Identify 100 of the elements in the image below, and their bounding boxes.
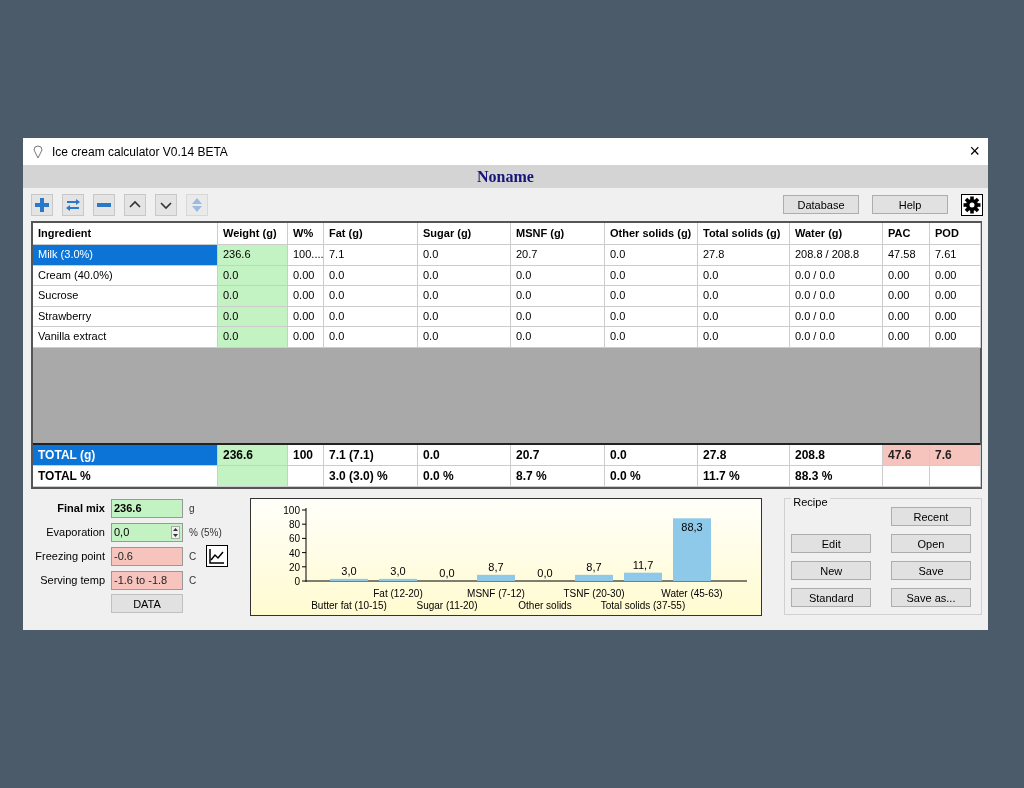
value-label: 0,0 [439,567,455,579]
column-header: POD [930,223,981,245]
y-tick-label: 80 [289,519,301,531]
bar [477,574,516,581]
field-label: Evaporation [45,526,105,538]
column-header: Other solids (g) [605,223,698,245]
field-label: Serving temp [39,574,105,586]
recipe-name: Noname [477,167,534,186]
database-button[interactable]: Database [783,195,859,214]
column-header: W% [288,223,324,245]
column-header: Weight (g) [218,223,288,245]
plus-icon [34,196,50,213]
table-cell: 7.1 [324,245,418,266]
field-label: Final mix [56,502,105,514]
total-cell: 7.6 [930,445,981,466]
recipe-button[interactable]: Standard [791,588,872,607]
close-button[interactable]: × [969,141,980,162]
window-title: Ice cream calculator V0.14 BETA [52,144,229,159]
value-label: 8,7 [488,560,504,573]
table-cell: 0.0 [698,327,790,348]
total-label: TOTAL (g) [33,445,218,466]
table-cell: 0.0 [605,327,698,348]
category-label: Other solids [518,600,572,611]
minus-tool-button[interactable] [93,193,115,216]
line-chart-icon[interactable] [206,545,229,567]
up-tool-button[interactable] [124,193,146,216]
table-cell: 0.00 [930,327,981,348]
field-label: Freezing point [34,550,105,562]
table-cell: 7.61 [930,245,981,266]
total-cell: 3.0 (3.0) % [324,466,418,487]
table-cell: 100.... [288,245,324,266]
total-cell: 236.6 [218,445,288,466]
swap-tool-button[interactable] [62,193,84,216]
table-cell: 0.0 [218,327,288,348]
recipe-button[interactable]: Save as... [891,588,971,607]
table-cell: 0.0 [605,286,698,307]
value-field[interactable]: -1.6 to -1.8 [111,570,183,590]
table-cell: 0.0 [218,286,288,307]
category-label: TSNF (20-30) [563,588,625,599]
ingredient-cell[interactable]: Vanilla extract [33,327,218,348]
y-tick-label: 0 [294,576,301,587]
category-label: MSNF (7-12) [467,588,526,599]
spinner-icon[interactable] [171,525,180,539]
up-down-arrows-icon [189,196,205,213]
down-tool-button[interactable] [155,193,177,216]
column-header: Total solids (g) [698,223,790,245]
ice-cream-cone-icon [33,144,43,159]
column-header: Water (g) [790,223,883,245]
table-cell: 0.00 [288,327,324,348]
table-cell: 0.0 [218,306,288,327]
value-field[interactable]: 236.6 [111,498,183,518]
table-cell: 0.0 [418,327,511,348]
category-label: Water (45-63) [661,588,723,599]
category-label: Butter fat (10-15) [311,600,388,611]
y-tick-label: 40 [289,547,301,559]
column-header: MSNF (g) [511,223,605,245]
table-cell: 0.0 [605,245,698,266]
total-cell: 8.7 % [511,466,605,487]
table-cell: 0.00 [930,286,981,307]
value-label: 0,0 [537,567,553,579]
bar [330,578,369,581]
value-field[interactable]: 0,0 [111,522,183,542]
recipe-button[interactable]: Save [891,561,971,580]
table-cell: 208.8 / 208.8 [790,245,883,266]
table-cell: 0.0 [511,327,605,348]
category-label: Total solids (37-55) [601,600,686,611]
recipe-button[interactable]: Open [891,534,971,553]
column-header: Fat (g) [324,223,418,245]
table-cell: 0.0 [324,286,418,307]
category-label: Sugar (11-20) [416,600,478,611]
value-field[interactable]: -0.6 [111,546,183,566]
ingredient-cell[interactable]: Sucrose [33,286,218,307]
column-header: PAC [883,223,930,245]
plus-tool-button[interactable] [31,193,53,216]
total-cell [288,466,324,487]
help-button[interactable]: Help [872,195,948,214]
bar [624,572,663,581]
settings-icon[interactable] [961,193,983,216]
recipe-button[interactable]: New [791,561,872,580]
minus-icon [97,202,111,207]
y-tick-label: 100 [283,505,301,516]
swap-arrows-icon [65,196,81,213]
value-label: 11,7 [632,558,654,571]
table-cell: 0.00 [288,286,324,307]
total-cell: 47.6 [883,445,930,466]
table-cell: 0.00 [883,327,930,348]
table-cell: 0.00 [883,286,930,307]
bar [379,578,418,581]
category-label: Fat (12-20) [373,588,423,599]
ingredient-cell[interactable]: Milk (3.0%) [33,245,218,266]
total-label: TOTAL % [33,466,218,487]
total-cell: 0.0 % [418,466,511,487]
y-tick-label: 20 [289,561,301,573]
recipe-button[interactable]: Edit [791,534,872,553]
bar [673,518,712,581]
table-cell: 236.6 [218,245,288,266]
recipe-button[interactable]: Recent [891,507,971,526]
bar [575,574,614,581]
data-button[interactable]: DATA [111,594,183,613]
table-cell: 0.0 / 0.0 [790,327,883,348]
